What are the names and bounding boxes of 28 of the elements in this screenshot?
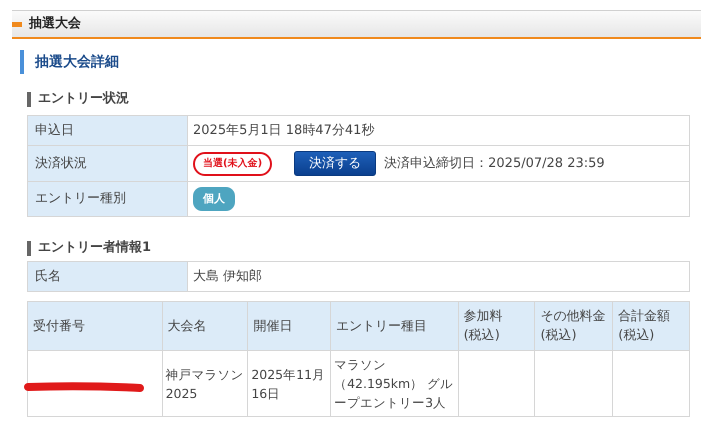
subsection-heading: エントリー状況	[38, 90, 129, 108]
pay-button[interactable]: 決済する	[294, 151, 376, 176]
heading-bar	[27, 92, 31, 106]
column-header: 合計金額(税込)	[618, 308, 672, 345]
table-cell: 神戸マラソン2025	[162, 351, 248, 416]
column-header: 参加料(税込)	[464, 308, 504, 345]
page-header-title: 抽選大会	[29, 15, 81, 34]
payment-deadline: 決済申込締切日：2025/07/28 23:59	[384, 154, 605, 173]
entry-type-tag: 個人	[193, 187, 235, 211]
column-header: 大会名	[168, 318, 207, 336]
table-cell: 2025年11月16日	[247, 351, 330, 416]
section-bar	[20, 50, 24, 74]
field-value: 2025年5月1日 18時47分41秒	[193, 122, 374, 140]
column-header: 開催日	[253, 318, 292, 336]
table-cell: マラソン（42.195km） グループエントリー3人	[330, 351, 458, 416]
header-marker-icon	[12, 22, 22, 26]
column-header: 受付番号	[33, 318, 85, 336]
status-badge: 当選(未入金)	[193, 152, 272, 176]
field-value: 大島 伊知郎	[193, 268, 262, 286]
field-label-cell: 氏名	[28, 262, 188, 291]
heading-bar	[27, 240, 31, 256]
field-label-cell: エントリー種別	[28, 182, 188, 216]
field-label-cell: 決済状況	[28, 146, 188, 181]
column-header: エントリー種目	[336, 318, 428, 336]
subsection-heading: エントリー者情報1	[38, 239, 152, 258]
field-label-cell: 申込日	[28, 116, 188, 145]
section-title: 抽選大会詳細	[35, 52, 119, 72]
column-header: その他料金(税込)	[540, 308, 606, 345]
